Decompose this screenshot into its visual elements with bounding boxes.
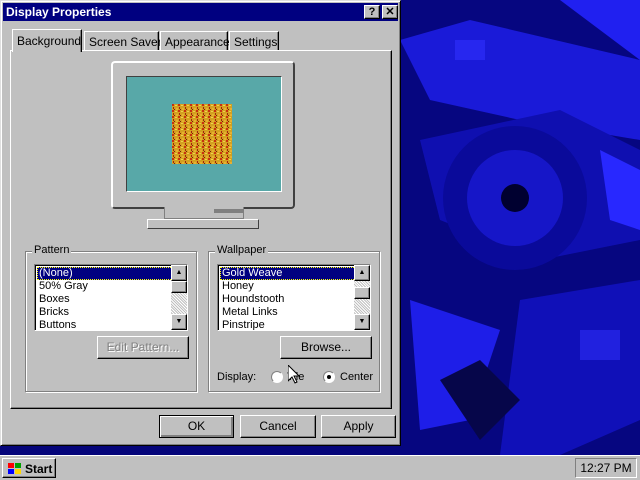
close-button[interactable]: ✕ [382, 5, 398, 19]
scroll-up-icon[interactable]: ▲ [171, 265, 187, 281]
list-item[interactable]: Houndstooth [220, 293, 356, 306]
apply-button[interactable]: Apply [321, 415, 396, 438]
tile-radio[interactable] [271, 371, 283, 383]
ok-button[interactable]: OK [159, 415, 234, 438]
tab-background[interactable]: Background [12, 29, 82, 52]
help-button[interactable]: ? [364, 5, 380, 19]
monitor-base [147, 219, 259, 229]
wallpaper-listbox[interactable]: Gold Weave Honey Houndstooth Metal Links… [217, 264, 371, 331]
tab-settings-label: Settings [234, 35, 278, 49]
tab-appearance-label: Appearance [165, 35, 230, 49]
list-item[interactable]: Buttons [37, 319, 173, 330]
wallpaper-preview [172, 104, 232, 164]
list-item[interactable]: Gold Weave [220, 267, 356, 280]
monitor-preview [111, 61, 295, 209]
list-item[interactable]: 50% Gray [37, 280, 173, 293]
display-label: Display: [217, 371, 257, 383]
tab-appearance[interactable]: Appearance [160, 31, 230, 50]
list-item[interactable]: (None) [37, 267, 173, 280]
windows-logo-icon [8, 463, 21, 474]
mouse-cursor-icon [288, 365, 300, 384]
pattern-label: Pattern [32, 244, 72, 256]
start-button[interactable]: Start [2, 458, 56, 478]
taskbar: Start 12:27 PM [0, 455, 640, 480]
list-item[interactable]: Bricks [37, 306, 173, 319]
start-label: Start [25, 462, 53, 476]
tab-screen-saver-label: Screen Saver [89, 35, 162, 49]
list-item[interactable]: Pinstripe [220, 319, 356, 330]
browse-button[interactable]: Browse... [280, 336, 372, 359]
display-properties-dialog: Display Properties ? ✕ Background Screen… [0, 0, 401, 446]
monitor-power-slot [214, 209, 244, 213]
pattern-scrollbar[interactable]: ▲ ▼ [171, 265, 187, 330]
tab-screen-saver[interactable]: Screen Saver [84, 31, 162, 50]
cancel-button[interactable]: Cancel [240, 415, 316, 438]
center-label[interactable]: Center [340, 371, 373, 383]
scroll-thumb[interactable] [171, 281, 187, 293]
scroll-up-icon[interactable]: ▲ [354, 265, 370, 281]
tab-background-label: Background [17, 34, 82, 48]
list-item[interactable]: Honey [220, 280, 356, 293]
wallpaper-label: Wallpaper [215, 244, 269, 256]
wallpaper-scrollbar[interactable]: ▲ ▼ [354, 265, 370, 330]
pattern-listbox[interactable]: (None) 50% Gray Boxes Bricks Buttons ▲ ▼ [34, 264, 188, 331]
edit-pattern-button[interactable]: Edit Pattern... [97, 336, 189, 359]
preview-screen [126, 76, 282, 192]
window-title: Display Properties [6, 5, 112, 19]
tab-settings[interactable]: Settings [229, 31, 279, 50]
title-bar[interactable]: Display Properties ? ✕ [3, 3, 398, 21]
scroll-down-icon[interactable]: ▼ [171, 314, 187, 330]
system-tray-clock[interactable]: 12:27 PM [575, 458, 637, 478]
scroll-down-icon[interactable]: ▼ [354, 314, 370, 330]
scroll-thumb[interactable] [354, 287, 370, 299]
center-radio[interactable] [323, 371, 335, 383]
list-item[interactable]: Boxes [37, 293, 173, 306]
gold-weave-texture [172, 104, 232, 164]
list-item[interactable]: Metal Links [220, 306, 356, 319]
